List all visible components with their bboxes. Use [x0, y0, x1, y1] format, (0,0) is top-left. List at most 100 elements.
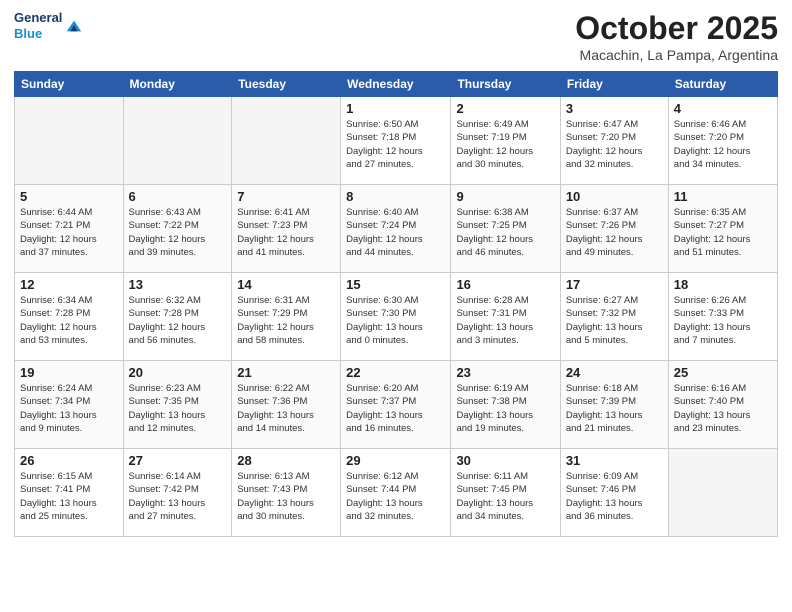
calendar-week-row: 26 Sunrise: 6:15 AM Sunset: 7:41 PM Dayli… [15, 449, 778, 537]
table-row: 8Sunrise: 6:40 AM Sunset: 7:24 PM Daylig… [341, 185, 451, 273]
day-info: Sunrise: 6:11 AM Sunset: 7:45 PM Dayligh… [456, 470, 554, 523]
day-info: Sunrise: 6:20 AM Sunset: 7:37 PM Dayligh… [346, 382, 445, 435]
logo-text: General Blue [14, 10, 62, 41]
day-info: Sunrise: 6:34 AM Sunset: 7:28 PM Dayligh… [20, 294, 118, 347]
table-row: 1Sunrise: 6:50 AM Sunset: 7:18 PM Daylig… [341, 97, 451, 185]
day-info: Sunrise: 6:35 AM Sunset: 7:27 PM Dayligh… [674, 206, 772, 259]
table-row: 5 Sunrise: 6:44 AM Sunset: 7:21 PM Daylig… [15, 185, 124, 273]
day-info: Sunrise: 6:18 AM Sunset: 7:39 PM Dayligh… [566, 382, 663, 435]
day-info: Sunrise: 6:44 AM Sunset: 7:21 PM Dayligh… [20, 206, 118, 259]
day-number: 5 [20, 189, 118, 204]
day-number: 10 [566, 189, 663, 204]
day-info: Sunrise: 6:19 AM Sunset: 7:38 PM Dayligh… [456, 382, 554, 435]
day-number: 17 [566, 277, 663, 292]
day-number: 2 [456, 101, 554, 116]
table-row: 2 Sunrise: 6:49 AM Sunset: 7:19 PM Daylig… [451, 97, 560, 185]
col-thursday: Thursday [451, 72, 560, 97]
table-row: 28 Sunrise: 6:13 AM Sunset: 7:43 PM Dayli… [232, 449, 341, 537]
table-row: 14 Sunrise: 6:31 AM Sunset: 7:29 PM Dayli… [232, 273, 341, 361]
day-number: 13 [129, 277, 227, 292]
header: General Blue October 2025 Macachin, La P… [14, 10, 778, 63]
day-info: Sunrise: 6:09 AM Sunset: 7:46 PM Dayligh… [566, 470, 663, 523]
day-info: Sunrise: 6:23 AM Sunset: 7:35 PM Dayligh… [129, 382, 227, 435]
day-number: 9 [456, 189, 554, 204]
day-info: Sunrise: 6:12 AM Sunset: 7:44 PM Dayligh… [346, 470, 445, 523]
calendar-week-row: 5 Sunrise: 6:44 AM Sunset: 7:21 PM Daylig… [15, 185, 778, 273]
day-info: Sunrise: 6:27 AM Sunset: 7:32 PM Dayligh… [566, 294, 663, 347]
day-info: Sunrise: 6:37 AM Sunset: 7:26 PM Dayligh… [566, 206, 663, 259]
day-number: 25 [674, 365, 772, 380]
table-row [123, 97, 232, 185]
day-info: Sunrise: 6:22 AM Sunset: 7:36 PM Dayligh… [237, 382, 335, 435]
table-row: 22 Sunrise: 6:20 AM Sunset: 7:37 PM Dayli… [341, 361, 451, 449]
day-info: Sunrise: 6:14 AM Sunset: 7:42 PM Dayligh… [129, 470, 227, 523]
logo-icon [65, 17, 83, 35]
col-tuesday: Tuesday [232, 72, 341, 97]
calendar-table: Sunday Monday Tuesday Wednesday Thursday… [14, 71, 778, 537]
col-monday: Monday [123, 72, 232, 97]
location-subtitle: Macachin, La Pampa, Argentina [575, 47, 778, 63]
day-number: 29 [346, 453, 445, 468]
day-info: Sunrise: 6:31 AM Sunset: 7:29 PM Dayligh… [237, 294, 335, 347]
page-container: General Blue October 2025 Macachin, La P… [0, 0, 792, 612]
day-number: 21 [237, 365, 335, 380]
day-number: 22 [346, 365, 445, 380]
table-row: 11 Sunrise: 6:35 AM Sunset: 7:27 PM Dayli… [668, 185, 777, 273]
day-info: Sunrise: 6:30 AM Sunset: 7:30 PM Dayligh… [346, 294, 445, 347]
day-info: Sunrise: 6:46 AM Sunset: 7:20 PM Dayligh… [674, 118, 772, 171]
table-row: 10 Sunrise: 6:37 AM Sunset: 7:26 PM Dayli… [560, 185, 668, 273]
col-sunday: Sunday [15, 72, 124, 97]
table-row: 18Sunrise: 6:26 AM Sunset: 7:33 PM Dayli… [668, 273, 777, 361]
day-number: 14 [237, 277, 335, 292]
day-number: 20 [129, 365, 227, 380]
day-info: Sunrise: 6:32 AM Sunset: 7:28 PM Dayligh… [129, 294, 227, 347]
day-number: 11 [674, 189, 772, 204]
day-number: 16 [456, 277, 554, 292]
table-row: 26 Sunrise: 6:15 AM Sunset: 7:41 PM Dayli… [15, 449, 124, 537]
day-number: 23 [456, 365, 554, 380]
day-number: 18 [674, 277, 772, 292]
day-number: 31 [566, 453, 663, 468]
table-row: 3 Sunrise: 6:47 AM Sunset: 7:20 PM Daylig… [560, 97, 668, 185]
col-saturday: Saturday [668, 72, 777, 97]
day-number: 26 [20, 453, 118, 468]
table-row: 16Sunrise: 6:28 AM Sunset: 7:31 PM Dayli… [451, 273, 560, 361]
table-row: 20 Sunrise: 6:23 AM Sunset: 7:35 PM Dayli… [123, 361, 232, 449]
day-number: 28 [237, 453, 335, 468]
table-row: 24Sunrise: 6:18 AM Sunset: 7:39 PM Dayli… [560, 361, 668, 449]
table-row [15, 97, 124, 185]
day-number: 4 [674, 101, 772, 116]
table-row: 21 Sunrise: 6:22 AM Sunset: 7:36 PM Dayli… [232, 361, 341, 449]
table-row: 23 Sunrise: 6:19 AM Sunset: 7:38 PM Dayli… [451, 361, 560, 449]
table-row: 30 Sunrise: 6:11 AM Sunset: 7:45 PM Dayli… [451, 449, 560, 537]
logo: General Blue [14, 10, 83, 41]
day-info: Sunrise: 6:38 AM Sunset: 7:25 PM Dayligh… [456, 206, 554, 259]
table-row: 9 Sunrise: 6:38 AM Sunset: 7:25 PM Daylig… [451, 185, 560, 273]
day-info: Sunrise: 6:49 AM Sunset: 7:19 PM Dayligh… [456, 118, 554, 171]
table-row: 13 Sunrise: 6:32 AM Sunset: 7:28 PM Dayli… [123, 273, 232, 361]
day-info: Sunrise: 6:47 AM Sunset: 7:20 PM Dayligh… [566, 118, 663, 171]
col-wednesday: Wednesday [341, 72, 451, 97]
table-row: 19 Sunrise: 6:24 AM Sunset: 7:34 PM Dayli… [15, 361, 124, 449]
table-row: 27Sunrise: 6:14 AM Sunset: 7:42 PM Dayli… [123, 449, 232, 537]
day-number: 3 [566, 101, 663, 116]
table-row: 15Sunrise: 6:30 AM Sunset: 7:30 PM Dayli… [341, 273, 451, 361]
day-info: Sunrise: 6:24 AM Sunset: 7:34 PM Dayligh… [20, 382, 118, 435]
table-row [232, 97, 341, 185]
day-number: 12 [20, 277, 118, 292]
day-number: 19 [20, 365, 118, 380]
table-row [668, 449, 777, 537]
day-number: 6 [129, 189, 227, 204]
table-row: 7Sunrise: 6:41 AM Sunset: 7:23 PM Daylig… [232, 185, 341, 273]
day-info: Sunrise: 6:13 AM Sunset: 7:43 PM Dayligh… [237, 470, 335, 523]
day-number: 30 [456, 453, 554, 468]
calendar-week-row: 1Sunrise: 6:50 AM Sunset: 7:18 PM Daylig… [15, 97, 778, 185]
logo-line1: General [14, 10, 62, 26]
col-friday: Friday [560, 72, 668, 97]
day-info: Sunrise: 6:15 AM Sunset: 7:41 PM Dayligh… [20, 470, 118, 523]
day-info: Sunrise: 6:41 AM Sunset: 7:23 PM Dayligh… [237, 206, 335, 259]
table-row: 17 Sunrise: 6:27 AM Sunset: 7:32 PM Dayli… [560, 273, 668, 361]
calendar-header-row: Sunday Monday Tuesday Wednesday Thursday… [15, 72, 778, 97]
calendar-week-row: 12 Sunrise: 6:34 AM Sunset: 7:28 PM Dayli… [15, 273, 778, 361]
month-title: October 2025 [575, 10, 778, 47]
